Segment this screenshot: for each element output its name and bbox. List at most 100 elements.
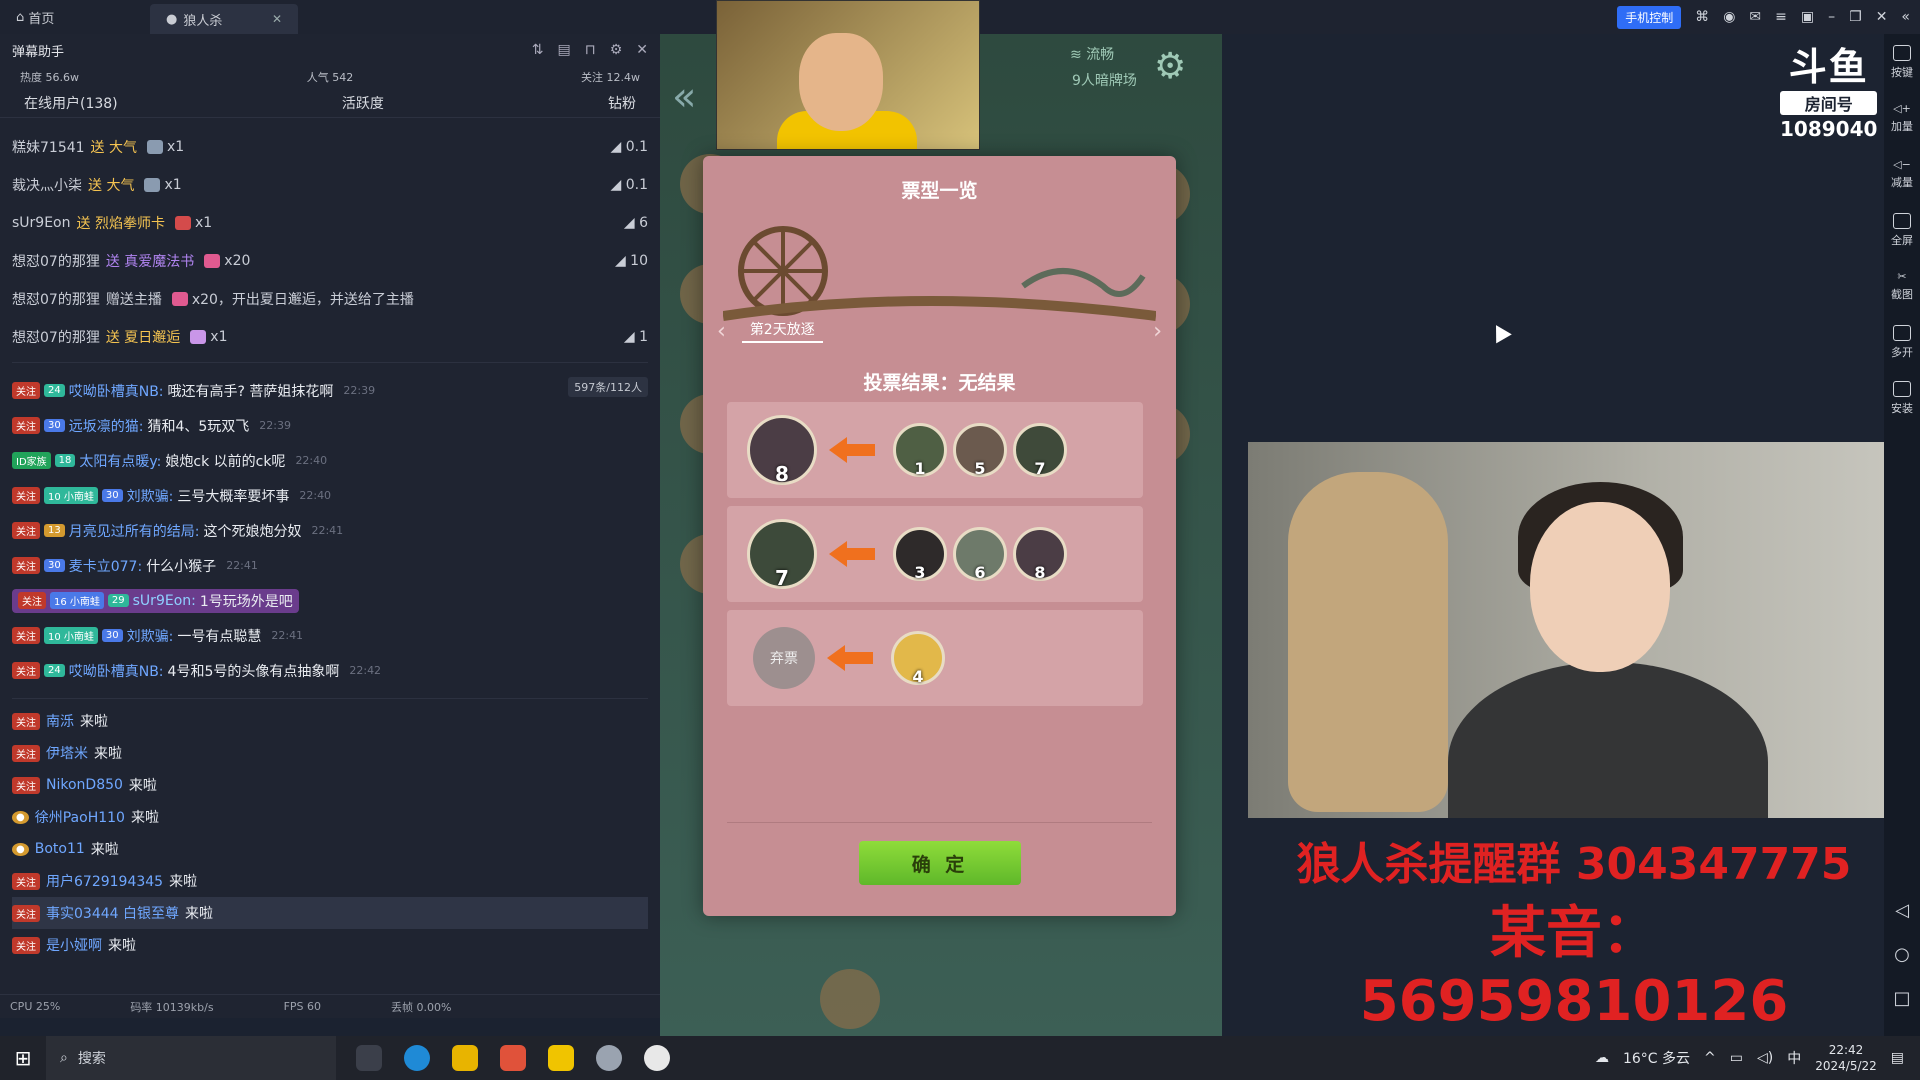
volume-up-button[interactable]: ◁+ 加量	[1884, 90, 1920, 146]
enter-username[interactable]: 徐州PaoH110	[35, 807, 125, 827]
chat-username[interactable]: 刘欺骗:	[127, 486, 174, 506]
mail-icon[interactable]: ✉	[1749, 9, 1761, 25]
message-count-badge: 597条/112人	[568, 377, 648, 397]
gamepad-icon[interactable]: ⌘	[1695, 9, 1709, 25]
screenshot-button[interactable]: ✂ 截图	[1884, 258, 1920, 314]
voted-player-avatar: 7	[747, 519, 817, 590]
task-view-icon[interactable]	[356, 1045, 382, 1071]
speaker-icon[interactable]: ◁)	[1757, 1050, 1773, 1066]
filter-icon[interactable]: ⇅	[532, 42, 544, 58]
voted-player-avatar: 8	[747, 415, 817, 486]
clock[interactable]: 22:42 2024/5/22	[1815, 1042, 1877, 1074]
enter-username[interactable]: 用户6729194345	[46, 871, 163, 891]
weather-text[interactable]: 16°C 多云	[1623, 1048, 1690, 1068]
multi-open-button[interactable]: 多开	[1884, 314, 1920, 370]
enter-username[interactable]: NikonD850	[46, 777, 123, 793]
gift-user: sUr9Eon	[12, 215, 71, 231]
chat-username[interactable]: 刘欺骗:	[127, 626, 174, 646]
scissors-icon: ✂	[1897, 270, 1907, 283]
enter-username[interactable]: 南泺	[46, 711, 74, 731]
close-tab-icon[interactable]: ✕	[272, 12, 282, 26]
enter-username[interactable]: 事实03444 白银至尊	[46, 903, 179, 923]
pip-icon[interactable]: ▣	[1801, 9, 1814, 25]
chat-username[interactable]: 哎呦卧槽真NB:	[69, 661, 164, 681]
windows-start-icon[interactable]: ⊞	[0, 1046, 46, 1070]
confirm-button[interactable]: 确 定	[859, 841, 1021, 885]
note-icon[interactable]: ▤	[558, 42, 571, 58]
gift-action: 送 夏日邂逅	[105, 330, 181, 346]
enter-text: 来啦	[185, 906, 213, 922]
player-seat-avatar[interactable]	[820, 969, 880, 1029]
phone-control-button[interactable]: 手机控制	[1617, 5, 1682, 29]
close-icon[interactable]: ✕	[1876, 9, 1888, 25]
gift-icon	[190, 330, 207, 344]
chat-username[interactable]: sUr9Eon:	[133, 593, 196, 609]
chat-username[interactable]: 哎呦卧槽真NB:	[69, 381, 164, 401]
chat-username[interactable]: 麦卡立077:	[69, 556, 142, 576]
logo-mark: 斗鱼	[1788, 45, 1869, 89]
enter-text: 来啦	[128, 778, 157, 794]
install-button[interactable]: 安装	[1884, 370, 1920, 426]
close-panel-icon[interactable]: ✕	[636, 42, 648, 58]
window-controls: 手机控制 ⌘ ◉ ✉ ≡ ▣ – ❐ ✕ «	[1617, 0, 1910, 34]
app-icon[interactable]	[500, 1045, 526, 1071]
prev-day-chevron-icon[interactable]: ‹	[717, 319, 726, 344]
apk-icon	[1893, 380, 1911, 397]
nav-back-icon[interactable]: ◁	[1884, 900, 1920, 921]
chat-text: 1号玩场外是吧	[199, 593, 293, 610]
menu-icon[interactable]: ≡	[1775, 9, 1787, 25]
tab-home[interactable]: ⌂ 首页	[0, 2, 150, 32]
tab-werewolf[interactable]: ● 狼人杀 ✕	[150, 4, 298, 34]
gift-item: 裁决灬小柒 送 大气 x1 ◢ 0.1	[12, 166, 648, 204]
tab-activity[interactable]: 活跃度	[342, 93, 384, 113]
enter-username[interactable]: 伊塔米	[46, 743, 88, 763]
tab-online-users[interactable]: 在线用户(138)	[24, 93, 118, 113]
enter-item: ● Boto11 来啦	[0, 833, 660, 865]
follow-badge: 关注	[12, 904, 40, 922]
collapse-icon[interactable]: «	[1901, 9, 1910, 25]
follow-badge: 关注	[12, 382, 40, 399]
network-icon[interactable]: ▭	[1730, 1050, 1743, 1066]
next-day-chevron-icon[interactable]: ›	[1153, 319, 1162, 344]
gift-qty: x1	[167, 139, 185, 155]
gift-qty: x20，开出夏日邂逅，并送给了主播	[191, 292, 414, 308]
restore-icon[interactable]: ❐	[1849, 9, 1862, 25]
app-icon[interactable]	[548, 1045, 574, 1071]
back-chevron-icon[interactable]: «	[672, 74, 696, 120]
chat-time: 22:39	[259, 419, 291, 432]
voter-avatar: 1	[893, 423, 947, 478]
chat-username[interactable]: 太阳有点暖y:	[79, 451, 161, 471]
nav-recent-icon[interactable]: □	[1884, 988, 1920, 1009]
taskbar-apps	[356, 1045, 670, 1071]
minimize-icon[interactable]: –	[1828, 9, 1835, 25]
chat-message-highlighted: 关注 16 小南蛙 29 sUr9Eon: 1号玩场外是吧	[12, 583, 648, 618]
day-label[interactable]: 第2天放逐	[741, 319, 823, 343]
taskbar-search[interactable]: ⌕ 搜索	[46, 1036, 336, 1080]
tab-fans[interactable]: 钻粉	[608, 93, 636, 113]
tray-expand-icon[interactable]: ^	[1704, 1050, 1716, 1066]
enter-username[interactable]: Boto11	[35, 841, 85, 857]
enter-username[interactable]: 是小娅啊	[46, 935, 102, 955]
fullscreen-button[interactable]: 全屏	[1884, 202, 1920, 258]
nav-home-icon[interactable]: ○	[1884, 944, 1920, 965]
app-icon[interactable]	[596, 1045, 622, 1071]
gift-action: 赠送主播	[105, 292, 162, 308]
chat-username[interactable]: 远坂凛的猫:	[69, 416, 144, 436]
app-icon[interactable]	[644, 1045, 670, 1071]
ime-icon[interactable]: 中	[1787, 1048, 1801, 1068]
notification-icon[interactable]: ▤	[1891, 1050, 1904, 1066]
settings-gear-icon[interactable]: ⚙	[1154, 46, 1186, 87]
chat-username[interactable]: 月亮见过所有的结局:	[69, 521, 200, 541]
streamer-webcam-main	[1248, 442, 1920, 818]
user-icon[interactable]: ◉	[1723, 9, 1735, 25]
keys-button[interactable]: 按键	[1884, 34, 1920, 90]
lock-icon[interactable]: ⊓	[585, 42, 596, 58]
vote-row: 7 3 6 8	[727, 506, 1143, 602]
gift-icon	[144, 178, 161, 192]
settings-icon[interactable]: ⚙	[610, 42, 623, 58]
app-icon[interactable]	[452, 1045, 478, 1071]
voter-avatar: 8	[1013, 527, 1067, 582]
chat-time: 22:40	[295, 454, 328, 467]
edge-icon[interactable]	[404, 1045, 430, 1071]
volume-down-button[interactable]: ◁− 减量	[1884, 146, 1920, 202]
